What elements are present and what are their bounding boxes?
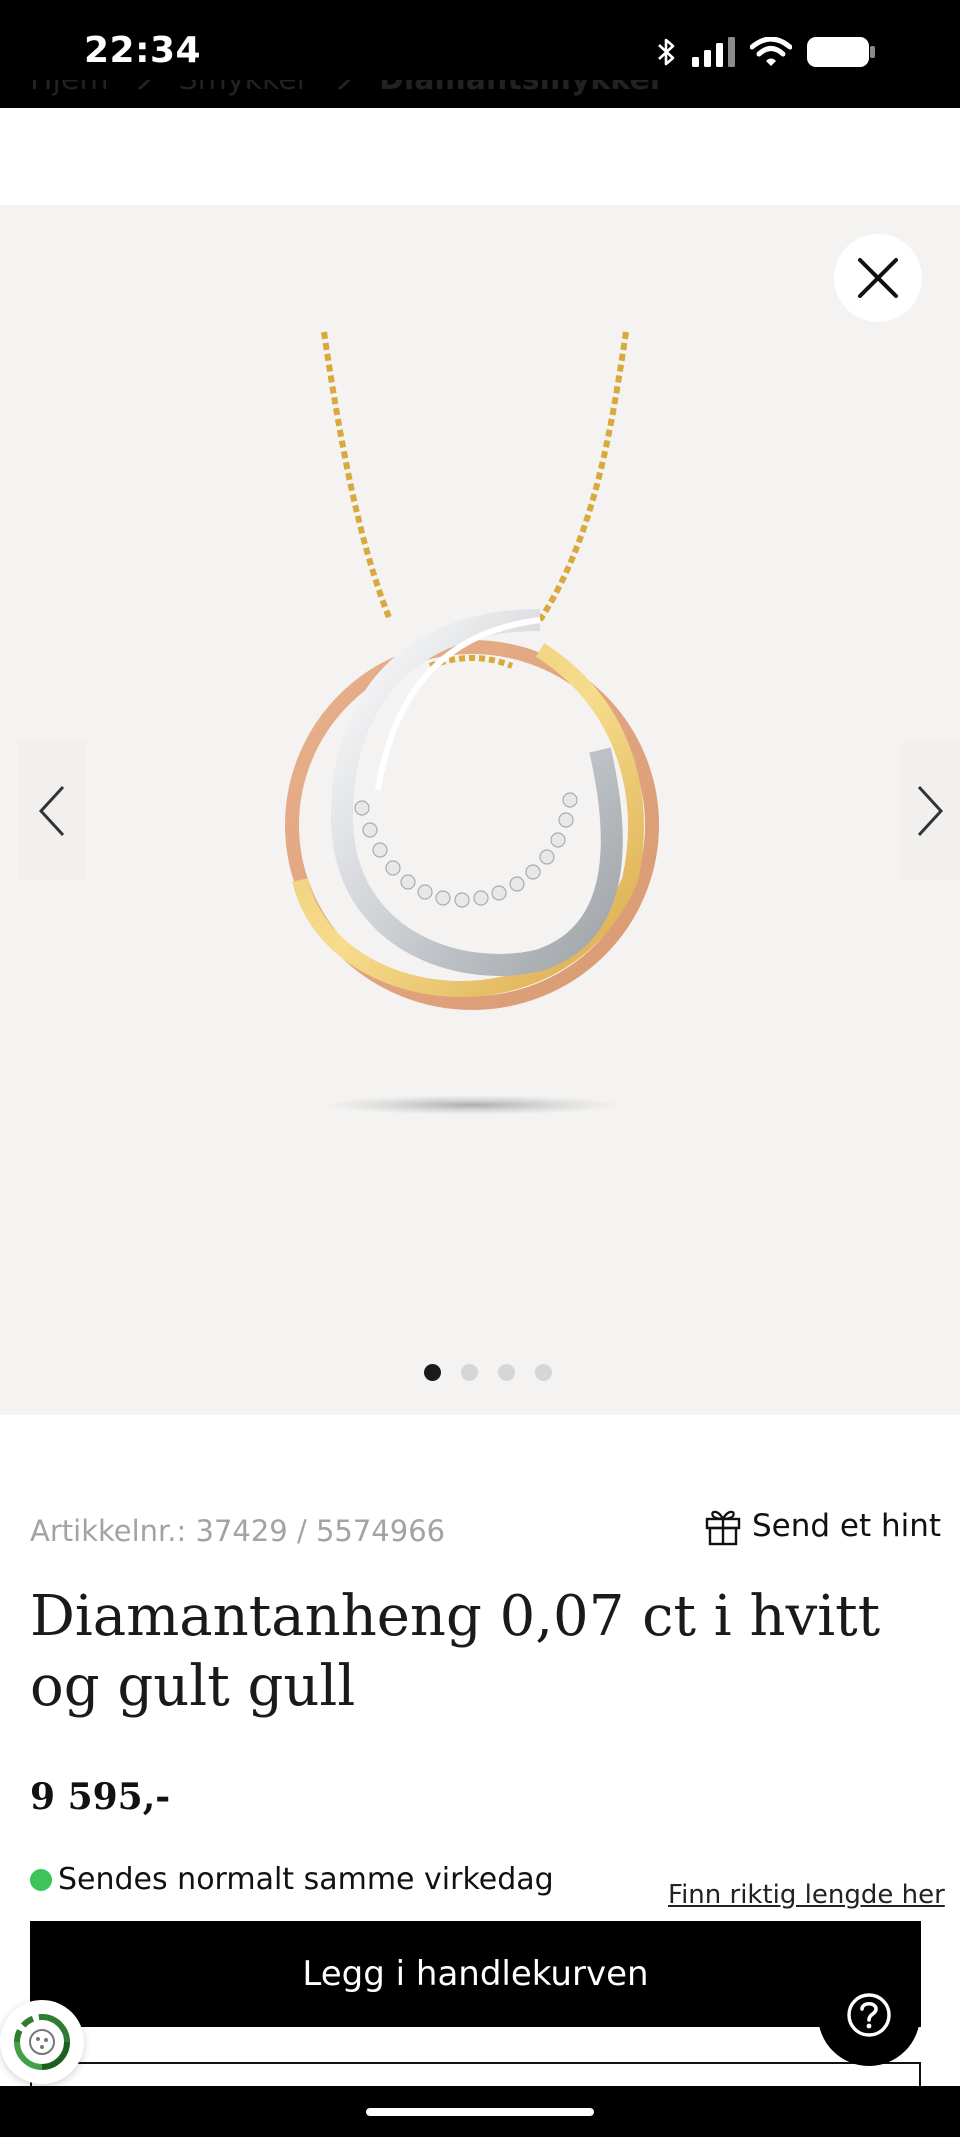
sustainability-badge[interactable]: [0, 2000, 84, 2084]
bluetooth-icon: [658, 38, 675, 66]
gallery-dot-3[interactable]: [498, 1364, 515, 1381]
breadcrumb-current[interactable]: Diamantsmykker: [379, 80, 665, 97]
find-length-link[interactable]: Finn riktig lengde her: [668, 1880, 945, 1910]
chevron-right-icon: [338, 80, 351, 90]
gallery-prev-button[interactable]: [18, 742, 86, 880]
in-stock-dot-icon: [30, 1868, 52, 1891]
status-time: 22:34: [84, 30, 202, 71]
gift-icon: [705, 1510, 741, 1546]
add-to-cart-button[interactable]: Legg i handlekurven: [30, 1921, 921, 2027]
wifi-icon: [750, 37, 792, 66]
article-number: Artikkelnr.: 37429 / 5574966: [30, 1514, 446, 1548]
chevron-left-icon: [38, 785, 65, 837]
product-price: 9 595,-: [30, 1776, 171, 1818]
recycle-badge-icon: [14, 2014, 70, 2070]
chevron-right-icon: [917, 785, 944, 837]
gallery-dot-2[interactable]: [461, 1364, 478, 1381]
product-title: Diamantanheng 0,07 ct i hvitt og gult gu…: [30, 1584, 881, 1719]
product-image[interactable]: [240, 320, 700, 1140]
send-hint-label: Send et hint: [752, 1508, 942, 1544]
home-indicator-area: [0, 2086, 960, 2137]
status-icons: [656, 36, 876, 68]
close-gallery-button[interactable]: [834, 234, 922, 322]
breadcrumb-home[interactable]: Hjem: [30, 80, 109, 97]
battery-icon: [807, 37, 875, 67]
chevron-right-icon: [137, 80, 151, 90]
gallery-next-button[interactable]: [900, 742, 960, 880]
send-hint-button[interactable]: Send et hint: [704, 1506, 941, 1546]
stock-status: Sendes normalt samme virkedag: [30, 1862, 554, 1897]
help-button[interactable]: [818, 1964, 920, 2066]
home-indicator[interactable]: [366, 2108, 594, 2116]
question-mark-icon: [847, 1993, 891, 2037]
cellular-signal-icon: [692, 37, 735, 67]
breadcrumb-jewelry[interactable]: Smykker: [179, 80, 310, 97]
gallery-dot-4[interactable]: [535, 1364, 552, 1381]
gallery-dot-1[interactable]: [424, 1364, 441, 1381]
breadcrumb: Hjem Smykker Diamantsmykker: [30, 80, 930, 124]
close-icon: [858, 258, 898, 298]
gallery-pagination: [0, 1364, 960, 1381]
stock-status-text: Sendes normalt samme virkedag: [58, 1862, 554, 1897]
